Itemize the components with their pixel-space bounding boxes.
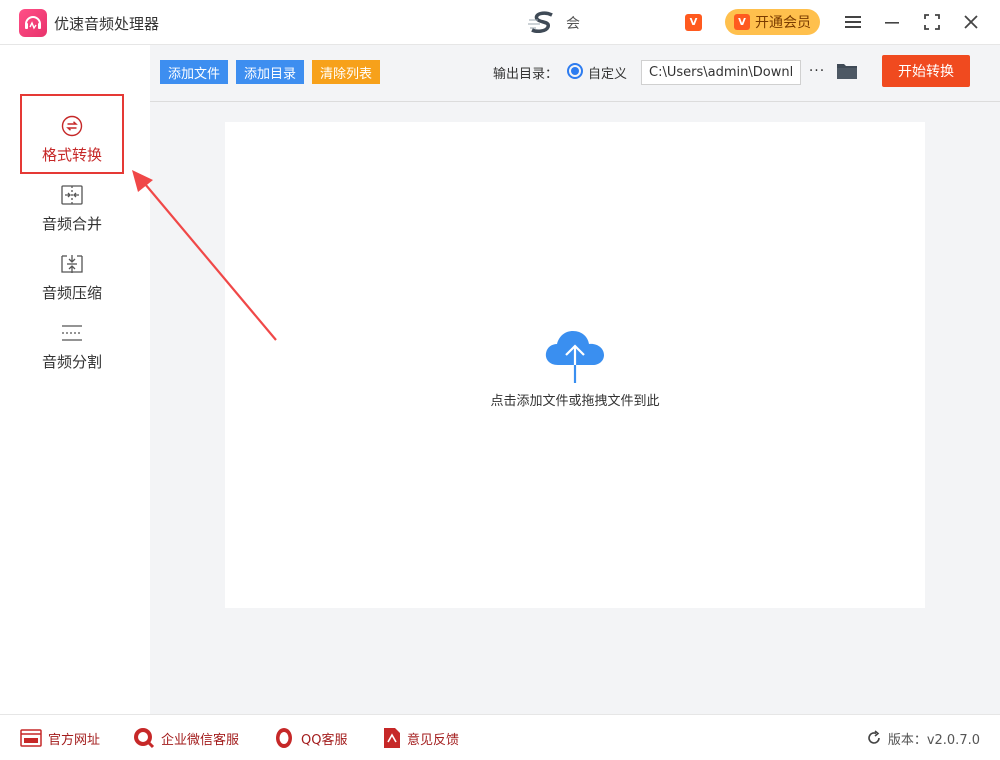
sidebar: 格式转换 音频合并 音频压缩 音频分割	[0, 45, 150, 714]
custom-output-radio[interactable]	[567, 63, 583, 79]
drop-hint-text: 点击添加文件或拖拽文件到此	[490, 394, 660, 409]
browse-more-button[interactable]: ···	[807, 59, 827, 83]
website-icon	[20, 729, 42, 747]
user-logo-icon[interactable]	[528, 11, 558, 35]
status-link-label: 官方网址	[48, 732, 101, 748]
refresh-icon[interactable]	[866, 730, 882, 746]
app-title: 优速音频处理器	[54, 15, 160, 33]
minimize-icon[interactable]	[878, 8, 906, 36]
sidebar-item-audio-merge[interactable]: 音频合并	[20, 165, 124, 245]
sidebar-item-audio-compress[interactable]: 音频压缩	[20, 234, 124, 314]
sidebar-item-label: 格式转换	[41, 146, 102, 164]
format-convert-icon	[60, 114, 84, 138]
version-label: 版本：v2.0.7.0	[887, 732, 980, 748]
user-name[interactable]: 会	[566, 13, 580, 33]
clear-list-button[interactable]: 清除列表	[312, 60, 381, 84]
sidebar-item-format-convert[interactable]: 格式转换	[20, 94, 124, 174]
close-icon[interactable]	[957, 8, 985, 36]
status-bar: 官方网址 企业微信客服 QQ客服 意见反馈 版本：v2.0.7.0	[0, 714, 1000, 760]
open-vip-label: 开通会员	[755, 15, 811, 31]
file-drop-zone[interactable]: 点击添加文件或拖拽文件到此	[225, 122, 925, 608]
status-link-label: 企业微信客服	[161, 732, 240, 748]
output-path-field[interactable]	[641, 60, 801, 85]
vip-badge-icon[interactable]: V	[685, 14, 702, 31]
custom-output-label[interactable]: 自定义	[588, 63, 627, 82]
status-link-label: QQ客服	[301, 732, 348, 748]
output-dir-label: 输出目录：	[493, 67, 559, 82]
app-logo-icon	[19, 9, 47, 37]
sidebar-item-label: 音频合并	[41, 215, 102, 233]
open-vip-button[interactable]: V 开通会员	[725, 9, 820, 35]
main-panel: 添加文件 添加目录 清除列表 输出目录： 自定义 ··· 开始转换 点击添加文件…	[150, 45, 1000, 714]
title-bar: 优速音频处理器 会 V V 开通会员	[0, 0, 1000, 45]
maximize-icon[interactable]	[918, 8, 946, 36]
toolbar: 添加文件 添加目录 清除列表 输出目录： 自定义 ··· 开始转换	[150, 45, 1000, 102]
wecom-icon	[134, 728, 155, 749]
qq-support-link[interactable]: QQ客服	[273, 727, 347, 749]
compress-icon	[60, 252, 84, 276]
vip-icon: V	[734, 14, 750, 30]
feedback-link[interactable]: 意见反馈	[383, 727, 459, 749]
sidebar-item-label: 音频分割	[41, 353, 102, 371]
menu-icon[interactable]	[839, 8, 867, 36]
folder-icon[interactable]	[836, 61, 858, 81]
sidebar-item-label: 音频压缩	[41, 284, 102, 302]
cloud-upload-icon	[545, 331, 604, 383]
wecom-support-link[interactable]: 企业微信客服	[133, 727, 239, 749]
sidebar-item-audio-split[interactable]: 音频分割	[20, 303, 124, 383]
split-icon	[60, 321, 84, 345]
start-convert-button[interactable]: 开始转换	[882, 55, 970, 87]
merge-icon	[60, 183, 84, 207]
qq-icon	[276, 728, 292, 748]
version-info: 版本：v2.0.7.0	[866, 727, 980, 749]
status-link-label: 意见反馈	[407, 732, 460, 748]
add-folder-button[interactable]: 添加目录	[236, 60, 305, 84]
official-website-link[interactable]: 官方网址	[20, 727, 100, 749]
feedback-icon	[384, 728, 400, 748]
add-file-button[interactable]: 添加文件	[160, 60, 229, 84]
